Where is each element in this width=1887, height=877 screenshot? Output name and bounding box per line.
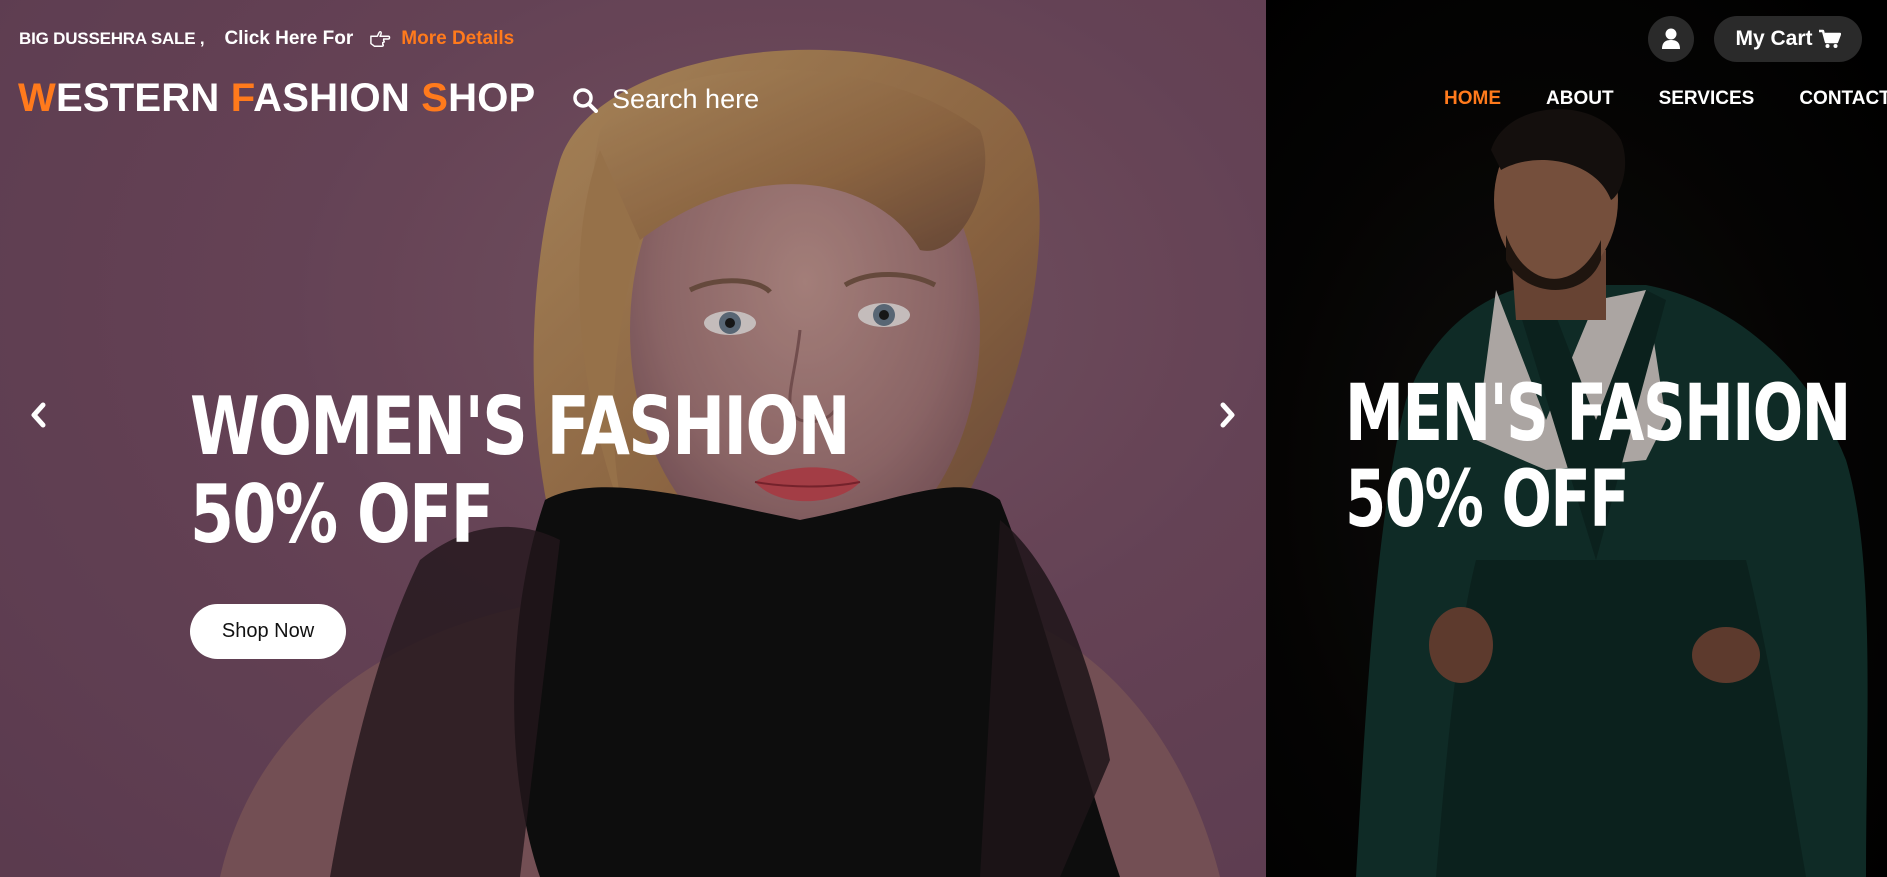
promo-bar: BIG DUSSEHRA SALE , Click Here For More …: [19, 26, 514, 52]
shop-now-button[interactable]: Shop Now: [190, 604, 346, 659]
slider-next-button[interactable]: [1215, 400, 1241, 430]
click-here-text: Click Here For: [224, 28, 354, 49]
hero-slider: BIG DUSSEHRA SALE , Click Here For More …: [0, 0, 1887, 877]
cart-icon: [1818, 29, 1841, 48]
nav-contact[interactable]: CONTACT: [1799, 88, 1887, 110]
nav-services[interactable]: SERVICES: [1659, 88, 1755, 110]
nav-home[interactable]: HOME: [1444, 88, 1501, 110]
chevron-right-icon: [1220, 402, 1235, 428]
slider-prev-button[interactable]: [25, 400, 51, 430]
women-fashion-heading: WOMEN'S FASHION 50% OFF: [190, 380, 851, 561]
cart-label: My Cart: [1735, 27, 1813, 50]
user-icon: [1662, 28, 1680, 49]
search-bar: [572, 84, 852, 115]
search-input[interactable]: [612, 84, 852, 115]
my-cart-button[interactable]: My Cart: [1714, 16, 1862, 62]
user-account-button[interactable]: [1648, 16, 1694, 62]
main-nav: HOME ABOUT SERVICES CONTACT: [1444, 88, 1887, 110]
more-details-link[interactable]: More Details: [401, 28, 514, 50]
sale-label: BIG DUSSEHRA SALE ,: [19, 29, 205, 48]
chevron-left-icon: [31, 402, 46, 428]
search-icon[interactable]: [572, 87, 598, 113]
site-logo[interactable]: WESTERN FASHION SHOP: [18, 76, 535, 121]
hand-pointing-right-icon: [370, 30, 391, 47]
men-fashion-heading: MEN'S FASHION 50% OFF: [1345, 369, 1851, 545]
nav-about[interactable]: ABOUT: [1546, 88, 1614, 110]
